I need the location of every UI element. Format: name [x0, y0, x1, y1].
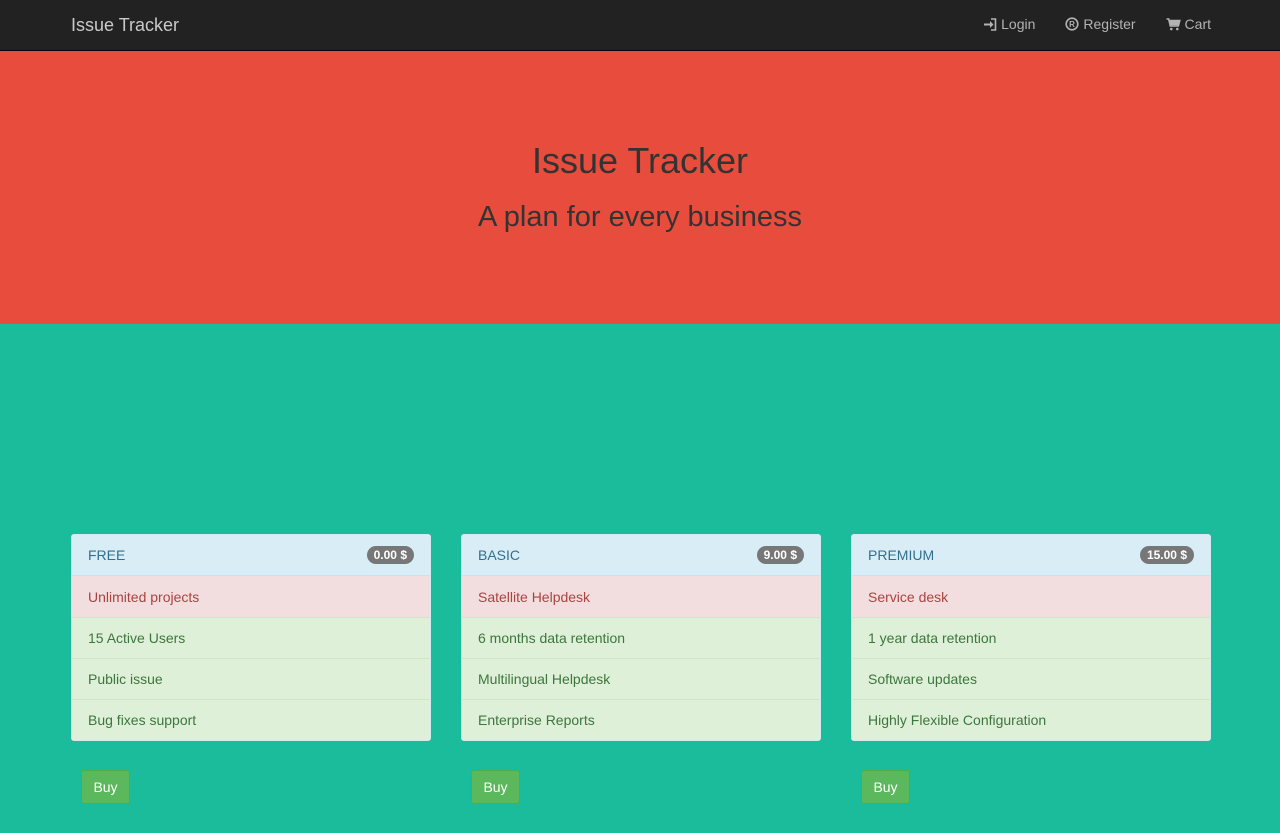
plan-card-premium: PREMIUM 15.00 $ Service desk 1 year data… [851, 534, 1211, 741]
plan-highlight: Service desk [852, 576, 1210, 617]
plan-feature: 15 Active Users [72, 617, 430, 658]
plan-name: FREE [88, 547, 126, 563]
plan-name: BASIC [478, 547, 521, 563]
buy-button-free[interactable]: Buy [81, 770, 130, 804]
plan-feature: Enterprise Reports [462, 699, 820, 740]
plan-feature: Bug fixes support [72, 699, 430, 740]
brand-link[interactable]: Issue Tracker [71, 15, 179, 36]
plan-feature: 6 months data retention [462, 617, 820, 658]
plan-card-free: FREE 0.00 $ Unlimited projects 15 Active… [71, 534, 431, 741]
cart-link[interactable]: Cart [1166, 16, 1211, 32]
cart-label: Cart [1184, 16, 1211, 32]
register-link[interactable]: R Register [1065, 16, 1136, 32]
login-link[interactable]: Login [983, 16, 1035, 32]
nav-links: Login R Register Cart [983, 16, 1211, 32]
price-badge: 15.00 $ [1139, 546, 1194, 564]
plan-card-basic: BASIC 9.00 $ Satellite Helpdesk 6 months… [461, 534, 821, 741]
login-label: Login [1001, 16, 1036, 32]
plan-name: PREMIUM [868, 547, 935, 563]
plan-header: PREMIUM 15.00 $ [852, 535, 1210, 576]
register-icon: R [1065, 17, 1080, 31]
cart-icon [1166, 17, 1181, 31]
price-badge: 0.00 $ [366, 546, 414, 564]
price-badge: 9.00 $ [756, 546, 804, 564]
plan-header: BASIC 9.00 $ [462, 535, 820, 576]
plan-feature: Multilingual Helpdesk [462, 658, 820, 699]
plan-highlight: Satellite Helpdesk [462, 576, 820, 617]
hero-title: Issue Tracker [531, 140, 749, 181]
plan-header: FREE 0.00 $ [72, 535, 430, 576]
hero-banner: Issue Tracker A plan for every business [0, 51, 1280, 324]
plan-feature: 1 year data retention [852, 617, 1210, 658]
buy-button-premium[interactable]: Buy [861, 770, 910, 804]
svg-text:R: R [1070, 20, 1076, 29]
plan-highlight: Unlimited projects [72, 576, 430, 617]
plan-feature: Highly Flexible Configuration [852, 699, 1210, 740]
login-icon [983, 17, 997, 31]
register-label: Register [1083, 16, 1136, 32]
plan-feature: Software updates [852, 658, 1210, 699]
plan-feature: Public issue [72, 658, 430, 699]
navbar: Issue Tracker Login R Register Cart [0, 0, 1280, 51]
hero-subtitle: A plan for every business [477, 201, 802, 233]
buy-button-basic[interactable]: Buy [471, 770, 520, 804]
